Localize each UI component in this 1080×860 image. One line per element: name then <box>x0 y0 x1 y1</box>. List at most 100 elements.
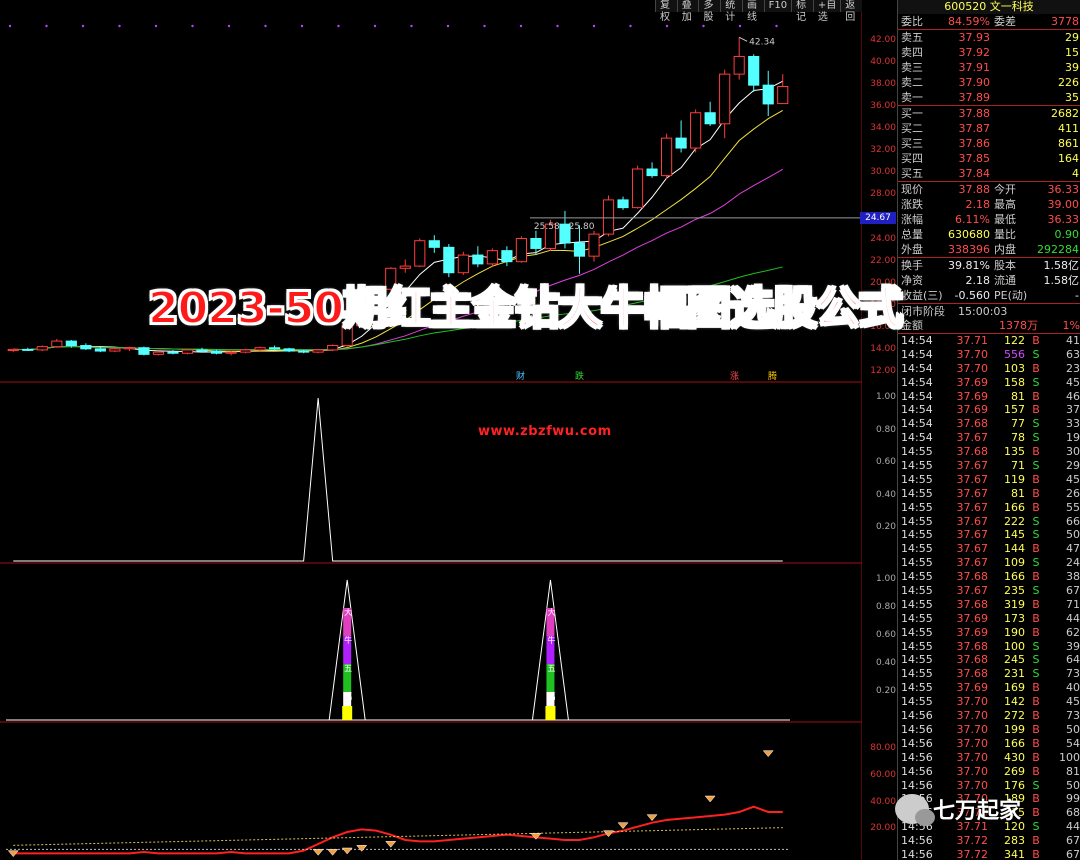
tick-row[interactable]: 14:55 37.69 173 B 44 <box>898 612 1080 626</box>
candle[interactable] <box>588 230 600 262</box>
tick-row[interactable]: 14:55 37.68 100 S 39 <box>898 640 1080 654</box>
candle[interactable] <box>631 165 644 209</box>
candle[interactable] <box>196 347 208 353</box>
candle[interactable] <box>283 347 295 353</box>
tick-row[interactable]: 14:55 37.67 144 B 47 <box>898 542 1080 556</box>
tick-row[interactable]: 14:55 37.68 319 B 71 <box>898 598 1080 612</box>
diamond-icon[interactable] <box>356 845 368 852</box>
toolbar-button[interactable]: 画线 <box>741 0 764 23</box>
tick-row[interactable]: 14:56 37.70 269 B 81 <box>898 765 1080 779</box>
candle[interactable] <box>704 101 716 126</box>
toolbar-button[interactable]: F10 <box>763 0 792 12</box>
candle[interactable] <box>152 351 165 356</box>
tick-row[interactable]: 14:56 37.70 199 B 50 <box>898 723 1080 737</box>
candle[interactable] <box>123 346 135 352</box>
diamond-icon[interactable] <box>312 849 324 856</box>
diamond-icon[interactable] <box>646 814 658 822</box>
toolbar-button[interactable]: +自选 <box>812 0 841 23</box>
candle[interactable] <box>167 349 179 355</box>
candle[interactable] <box>573 225 586 274</box>
candle[interactable] <box>777 74 789 105</box>
tick-row[interactable]: 14:56 37.72 341 B 67 <box>898 848 1080 860</box>
candle[interactable] <box>690 109 702 153</box>
tick-row[interactable]: 14:55 37.67 71 S 29 <box>898 459 1080 473</box>
candle[interactable] <box>36 345 48 352</box>
tick-row[interactable]: 14:55 37.67 166 B 55 <box>898 501 1080 515</box>
candle[interactable] <box>719 69 731 139</box>
candle[interactable] <box>748 54 760 92</box>
tick-row[interactable]: 14:55 37.67 145 S 50 <box>898 528 1080 542</box>
toolbar-button[interactable]: 返回 <box>840 0 863 23</box>
candle[interactable] <box>617 196 629 210</box>
diamond-icon[interactable] <box>704 795 716 803</box>
tick-row[interactable]: 14:55 37.69 169 B 40 <box>898 681 1080 695</box>
tick-row[interactable]: 14:54 37.71 122 B 41 <box>898 334 1080 348</box>
tick-row[interactable]: 14:55 37.69 190 B 62 <box>898 626 1080 640</box>
candle[interactable] <box>51 338 63 348</box>
tick-row[interactable]: 14:56 37.72 283 B 67 <box>898 834 1080 848</box>
tick-row[interactable]: 14:54 37.67 78 S 19 <box>898 431 1080 445</box>
candle[interactable] <box>181 348 194 355</box>
candle[interactable] <box>312 348 324 354</box>
tick-list[interactable]: 14:54 37.71 122 B 41 14:54 37.70 556 S 63 14:54 37.… <box>898 333 1080 860</box>
candle[interactable] <box>428 235 440 253</box>
tick-row[interactable]: 14:54 37.70 556 S 63 <box>898 348 1080 362</box>
tick-row[interactable]: 14:55 37.68 166 B 38 <box>898 570 1080 584</box>
tick-row[interactable]: 14:54 37.68 77 S 33 <box>898 417 1080 431</box>
tick-row[interactable]: 14:56 37.70 430 B 100 <box>898 751 1080 765</box>
candle[interactable] <box>675 120 687 153</box>
event-label[interactable]: 涨 <box>730 371 739 382</box>
tick-row[interactable]: 14:55 37.68 231 S 73 <box>898 667 1080 681</box>
event-label[interactable]: 跌 <box>575 371 584 382</box>
toolbar-button[interactable]: 多股 <box>698 0 721 23</box>
candle[interactable] <box>646 162 658 178</box>
candle[interactable] <box>254 346 266 352</box>
candle[interactable] <box>327 344 339 352</box>
tick-row[interactable]: 14:56 37.70 272 B 73 <box>898 709 1080 723</box>
bull-signal[interactable]: 大牛五幅 <box>531 579 569 721</box>
kline-chart-area[interactable]: 42.34 25.58 - 25.80 财跌涨腾大牛五幅大牛五幅 复权 叠加 多股 统计画… <box>0 0 863 860</box>
tick-row[interactable]: 14:56 37.70 176 S 50 <box>898 779 1080 793</box>
diamond-icon[interactable] <box>327 849 339 856</box>
candle[interactable] <box>515 236 527 263</box>
event-label[interactable]: 腾 <box>768 370 777 382</box>
candle[interactable] <box>239 348 252 354</box>
diamond-icon[interactable] <box>762 750 774 758</box>
candle[interactable] <box>22 347 34 352</box>
toolbar-button[interactable]: 复权 <box>655 0 677 23</box>
tick-row[interactable]: 14:55 37.67 109 S 24 <box>898 556 1080 570</box>
stock-title[interactable]: 600520 文一科技 <box>898 0 1080 14</box>
diamond-icon[interactable] <box>385 841 397 848</box>
tick-row[interactable]: 14:55 37.67 119 B 45 <box>898 473 1080 487</box>
candle[interactable] <box>399 259 411 273</box>
toolbar-button[interactable]: 叠加 <box>676 0 699 23</box>
tick-row[interactable]: 14:54 37.69 157 B 37 <box>898 403 1080 417</box>
candle[interactable] <box>733 37 745 80</box>
candle[interactable] <box>530 230 542 256</box>
toolbar-button[interactable]: 统计 <box>720 0 742 23</box>
tick-row[interactable]: 14:55 37.67 235 S 67 <box>898 584 1080 598</box>
candle[interactable] <box>138 346 150 356</box>
tick-row[interactable]: 14:56 37.70 166 B 54 <box>898 737 1080 751</box>
candle[interactable] <box>414 238 426 268</box>
candle[interactable] <box>210 349 223 355</box>
candle[interactable] <box>486 248 498 268</box>
tick-row[interactable]: 14:54 37.70 103 B 23 <box>898 362 1080 376</box>
candle[interactable] <box>80 343 92 350</box>
tick-row[interactable]: 14:55 37.70 142 B 45 <box>898 695 1080 709</box>
tick-row[interactable]: 14:54 37.69 158 S 45 <box>898 376 1080 390</box>
diamond-icon[interactable] <box>617 822 629 830</box>
tick-row[interactable]: 14:55 37.67 81 B 26 <box>898 487 1080 501</box>
diamond-icon[interactable] <box>341 847 353 855</box>
tick-row[interactable]: 14:55 37.68 245 S 64 <box>898 653 1080 667</box>
candle[interactable] <box>602 195 615 237</box>
tick-row[interactable]: 14:55 37.67 222 S 66 <box>898 515 1080 529</box>
tick-row[interactable]: 14:55 37.68 135 B 30 <box>898 445 1080 459</box>
candle[interactable] <box>109 347 121 353</box>
candle[interactable] <box>661 133 673 179</box>
candle[interactable] <box>7 348 19 353</box>
bull-signal[interactable]: 大牛五幅 <box>328 579 366 721</box>
tick-row[interactable]: 14:54 37.69 81 B 46 <box>898 390 1080 404</box>
candle[interactable] <box>269 345 281 350</box>
candle[interactable] <box>472 246 484 268</box>
